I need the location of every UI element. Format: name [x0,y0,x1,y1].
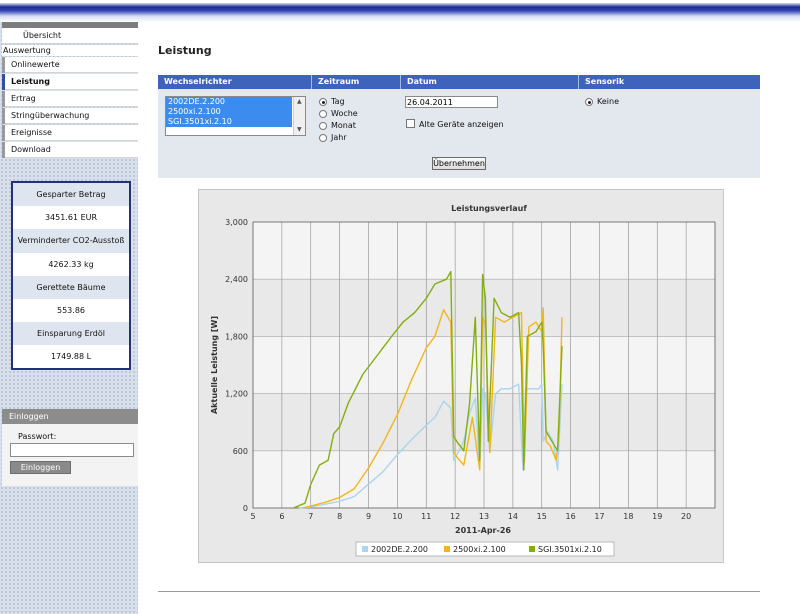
period-label: Tag [331,97,345,106]
power-chart-panel: Leistungsverlauf 5 6 7 8 9 10 11 12 13 14 15 16 17 18… [198,189,724,563]
power-chart: Leistungsverlauf 5 6 7 8 9 10 11 12 13 14 15 16 17 18… [199,190,723,562]
chart-title: Leistungsverlauf [451,204,527,213]
listbox-scrollbar[interactable]: ▲ ▼ [293,97,305,135]
old-devices-checkbox[interactable] [406,119,415,128]
legend-swatch [529,546,535,552]
y-axis-label: Aktuelle Leistung [W] [210,316,219,414]
login-form: Passwort: Einloggen [2,424,138,486]
sidebar-item-label: Ereignisse [11,128,52,137]
y-tick-label: 600 [233,447,248,456]
radio-icon[interactable] [319,134,327,142]
sensor-label: Keine [597,97,619,106]
scroll-down-icon[interactable]: ▼ [297,127,302,133]
y-tick-label: 3,000 [225,218,248,227]
legend-label: 2002DE.2.200 [371,545,428,554]
apply-button[interactable]: Übernehmen [432,157,486,170]
period-label: Monat [331,121,356,130]
x-tick-label: 5 [250,512,255,521]
x-tick-label: 6 [279,512,284,521]
header-datum: Datum [400,75,437,89]
nav-marker [2,142,5,158]
sidebar-item-label: Download [11,145,51,154]
inverter-option[interactable]: 2500xi.2.100 [166,107,292,117]
nav-marker [2,108,5,124]
scroll-up-icon[interactable]: ▲ [297,99,302,105]
password-label: Passwort: [18,432,57,441]
radio-checked-icon[interactable] [585,98,593,106]
nav-marker [2,125,5,141]
nav-marker [2,57,5,73]
x-tick-label: 15 [537,512,547,521]
old-devices-label: Alte Geräte anzeigen [419,120,504,129]
x-tick-label: 8 [337,512,342,521]
x-tick-label: 17 [594,512,604,521]
y-tick-label: 0 [243,504,248,513]
header-wechselrichter: Wechselrichter [164,77,232,86]
x-tick-label: 20 [681,512,691,521]
radio-icon[interactable] [319,122,327,130]
x-tick-label: 11 [421,512,431,521]
stat-value: 1749.88 L [50,352,92,362]
sidebar-item-leistung[interactable]: Leistung [2,74,138,90]
legend-label: 2500xi.2.100 [453,545,506,554]
login-heading: Einloggen [2,409,138,424]
sidebar-item-uebersicht[interactable]: Übersicht [2,28,138,44]
y-tick-label: 1,800 [225,332,248,341]
x-tick-label: 13 [479,512,489,521]
stat-label: Gesparter Betrag [13,183,129,207]
legend-swatch [362,546,368,552]
stat-value: 4262.33 kg [48,259,94,269]
x-tick-label: 16 [566,512,576,521]
stat-value: 553.86 [57,305,85,315]
stat-label: Verminderter CO2-Ausstoß [13,229,129,253]
radio-checked-icon[interactable] [319,98,327,106]
period-label: Woche [331,109,358,118]
page-title: Leistung [158,44,212,57]
sidebar-item-label: Onlinewerte [11,60,60,69]
legend-swatch [444,546,450,552]
legend-label: SGI.3501xi.2.10 [538,545,602,554]
x-axis-label: 2011-Apr-26 [455,526,511,535]
radio-icon[interactable] [319,110,327,118]
password-input[interactable] [10,443,134,457]
sidebar-item-label: Ertrag [11,94,36,103]
sidebar-item-download[interactable]: Download [2,142,138,158]
header-sensorik: Sensorik [578,75,624,89]
nav-marker [2,74,5,90]
sidebar-item-ertrag[interactable]: Ertrag [2,91,138,107]
sidebar-section-auswertung: Auswertung [2,45,138,56]
savings-stats-panel: Gesparter Betrag 3451.61 EUR Verminderte… [11,181,131,370]
sidebar-item-stringueberwachung[interactable]: Stringüberwachung [2,108,138,124]
x-tick-label: 19 [652,512,662,521]
inverter-listbox[interactable]: 2002DE.2.200 2500xi.2.100 SGI.3501xi.2.1… [165,96,306,136]
stat-label: Gerettete Bäume [13,275,129,299]
x-tick-label: 14 [508,512,518,521]
y-tick-label: 1,200 [225,390,248,399]
nav-marker [2,91,5,107]
period-label: Jahr [331,133,347,142]
sidebar-item-label: Übersicht [23,31,62,40]
inverter-option[interactable]: 2002DE.2.200 [166,97,292,107]
x-tick-label: 9 [366,512,371,521]
date-input[interactable] [405,96,498,108]
x-tick-label: 12 [450,512,460,521]
header-zeitraum: Zeitraum [311,75,359,89]
y-tick-label: 2,400 [225,275,248,284]
x-tick-label: 7 [308,512,313,521]
sidebar-item-label: Leistung [11,77,50,86]
x-tick-label: 10 [392,512,402,521]
stat-label: Einsparung Erdöl [13,322,129,346]
sidebar-item-label: Stringüberwachung [11,111,90,120]
login-button[interactable]: Einloggen [10,461,71,474]
sidebar-item-onlinewerte[interactable]: Onlinewerte [2,57,138,73]
inverter-option[interactable]: SGI.3501xi.2.10 [166,117,292,127]
stat-value: 3451.61 EUR [44,213,98,223]
sidebar-item-ereignisse[interactable]: Ereignisse [2,125,138,141]
filter-panel: Wechselrichter Zeitraum Datum Sensorik 2… [158,75,760,178]
x-tick-label: 18 [623,512,633,521]
footer-divider [158,591,760,592]
top-banner [0,0,800,22]
filter-header-row: Wechselrichter Zeitraum Datum Sensorik [158,75,760,89]
chart-legend: 2002DE.2.200 2500xi.2.100 SGI.3501xi.2.1… [355,541,615,557]
